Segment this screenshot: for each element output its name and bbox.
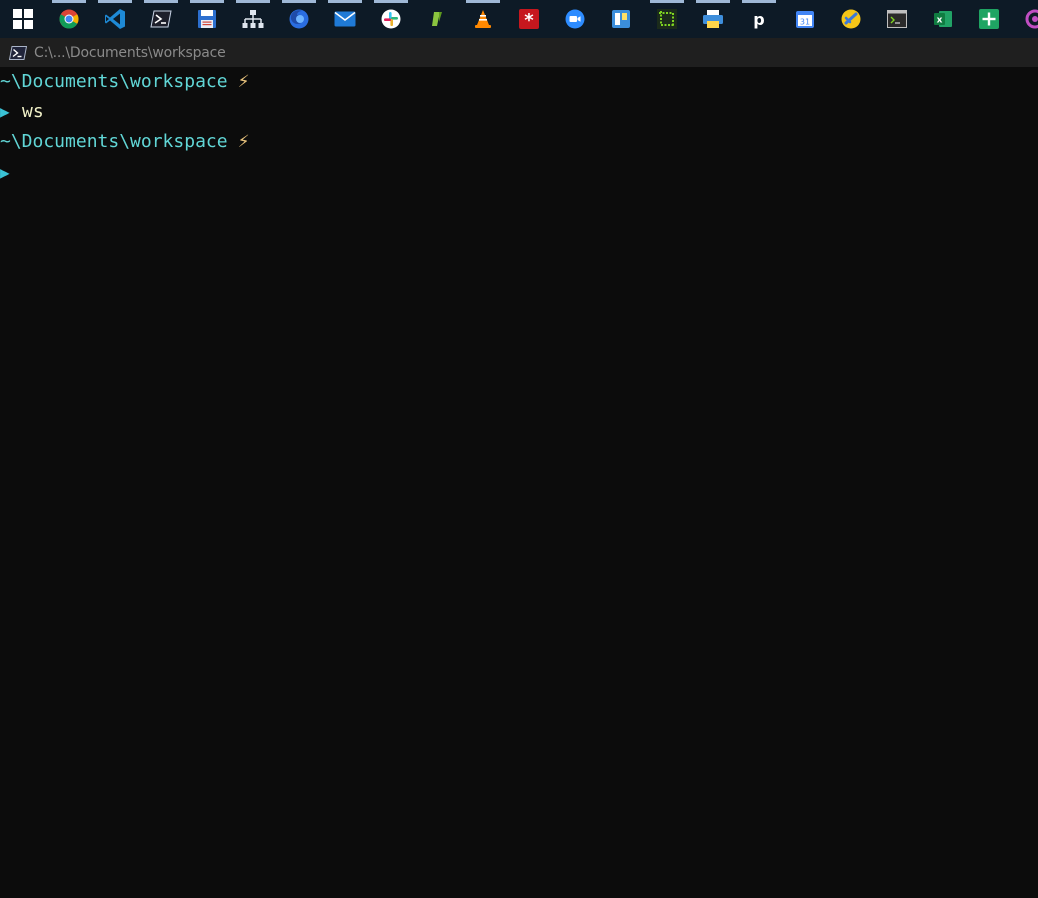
chrome-icon xyxy=(59,9,79,29)
blue-board-app-icon xyxy=(612,10,630,28)
prompt-path-line: ~\Documents\workspace ⚡ xyxy=(0,127,250,157)
yellow-round-app-icon xyxy=(841,9,861,29)
prompt-arrow-icon: ▶ xyxy=(0,163,10,182)
taskbar-vlc[interactable] xyxy=(460,0,506,38)
printer-app-icon xyxy=(703,10,723,28)
vlc-icon xyxy=(475,10,491,28)
taskbar-zoom[interactable] xyxy=(552,0,598,38)
save-disk-icon xyxy=(198,10,216,28)
zoom-icon xyxy=(565,9,585,29)
taskbar-slack[interactable] xyxy=(368,0,414,38)
taskbar: * p 31 x xyxy=(0,0,1038,38)
window-title-bar[interactable]: C:\...\Documents\workspace xyxy=(0,38,1038,67)
excel-icon: x xyxy=(934,11,952,27)
network-tree-icon xyxy=(242,10,264,28)
taskbar-p-app[interactable]: p xyxy=(736,0,782,38)
taskbar-calendar[interactable]: 31 xyxy=(782,0,828,38)
p-app-icon: p xyxy=(749,9,769,29)
windows-start-icon xyxy=(13,9,33,29)
green-crop-app-icon xyxy=(657,9,677,29)
terminal-area[interactable]: ~\Documents\workspace ⚡ ▶ ws ~\Documents… xyxy=(0,67,1038,898)
green-app-icon xyxy=(432,12,442,26)
calendar-day: 31 xyxy=(800,18,810,27)
taskbar-crop-app[interactable] xyxy=(644,0,690,38)
taskbar-board-app[interactable] xyxy=(598,0,644,38)
taskbar-chrome[interactable] xyxy=(46,0,92,38)
taskbar-terminal-app[interactable] xyxy=(874,0,920,38)
lightning-icon: ⚡ xyxy=(237,72,250,92)
taskbar-firefox[interactable] xyxy=(276,0,322,38)
taskbar-yellow-app[interactable] xyxy=(828,0,874,38)
svg-text:p: p xyxy=(753,10,764,29)
prompt-path: ~\Documents\workspace xyxy=(0,131,228,152)
powershell-icon xyxy=(150,10,172,28)
slack-icon xyxy=(381,9,401,29)
command-text: ws xyxy=(22,101,44,122)
vscode-icon xyxy=(105,9,125,29)
taskbar-red-app[interactable]: * xyxy=(506,0,552,38)
mail-icon xyxy=(334,11,356,27)
taskbar-network-app[interactable] xyxy=(230,0,276,38)
command-line: ▶ ws xyxy=(0,97,44,127)
taskbar-purple-app[interactable] xyxy=(1012,0,1038,38)
svg-text:x: x xyxy=(937,16,943,26)
terminal-app-icon xyxy=(887,10,907,28)
red-asterisk-app-icon: * xyxy=(519,9,539,29)
prompt-path: ~\Documents\workspace xyxy=(0,71,228,92)
taskbar-printer-app[interactable] xyxy=(690,0,736,38)
prompt-arrow-icon: ▶ xyxy=(0,102,10,121)
taskbar-excel[interactable]: x xyxy=(920,0,966,38)
command-line[interactable]: ▶ xyxy=(0,158,22,188)
window-title: C:\...\Documents\workspace xyxy=(34,44,226,61)
purple-app-icon xyxy=(1025,9,1038,29)
taskbar-vscode[interactable] xyxy=(92,0,138,38)
taskbar-powershell[interactable] xyxy=(138,0,184,38)
start-button[interactable] xyxy=(0,0,46,38)
taskbar-mail[interactable] xyxy=(322,0,368,38)
taskbar-green-app[interactable] xyxy=(414,0,460,38)
lightning-icon: ⚡ xyxy=(237,132,250,152)
firefox-icon xyxy=(289,9,309,29)
powershell-icon xyxy=(9,45,27,60)
svg-text:*: * xyxy=(524,10,534,29)
prompt-path-line: ~\Documents\workspace ⚡ xyxy=(0,67,250,97)
taskbar-sheets[interactable] xyxy=(966,0,1012,38)
taskbar-save-app[interactable] xyxy=(184,0,230,38)
calendar-icon: 31 xyxy=(796,11,814,28)
sheets-plus-icon xyxy=(979,9,999,29)
